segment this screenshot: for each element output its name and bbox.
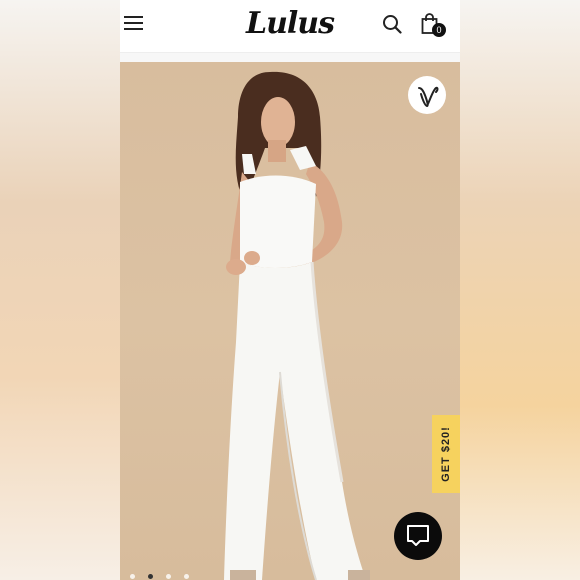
header-spacer — [120, 53, 460, 62]
carousel-dot-active[interactable] — [148, 574, 153, 579]
lulus-logo[interactable]: Lulus — [246, 4, 335, 44]
cart-count-badge: 0 — [432, 23, 446, 37]
chat-button[interactable] — [394, 512, 442, 560]
hamburger-menu-icon[interactable] — [124, 14, 144, 32]
lulus-heart-logo-icon — [418, 86, 439, 108]
carousel-dot[interactable] — [130, 574, 135, 579]
mobile-screen: Lulus 0 GET $20! — [120, 0, 460, 580]
favorite-button[interactable] — [408, 76, 446, 114]
model-in-white-jumpsuit-photo — [224, 71, 370, 580]
product-image[interactable]: GET $20! — [120, 62, 460, 580]
carousel-dot[interactable] — [166, 574, 171, 579]
background-blur-left — [0, 0, 120, 580]
chat-bubble-icon — [407, 525, 429, 546]
site-header: Lulus 0 — [120, 0, 460, 53]
get-20-promo-tab[interactable]: GET $20! — [432, 415, 460, 493]
background-blur-right — [460, 0, 580, 580]
search-icon[interactable] — [382, 14, 402, 34]
shopping-bag-button[interactable]: 0 — [420, 11, 448, 39]
carousel-dot[interactable] — [184, 574, 189, 579]
promo-tab-label: GET $20! — [440, 426, 452, 482]
